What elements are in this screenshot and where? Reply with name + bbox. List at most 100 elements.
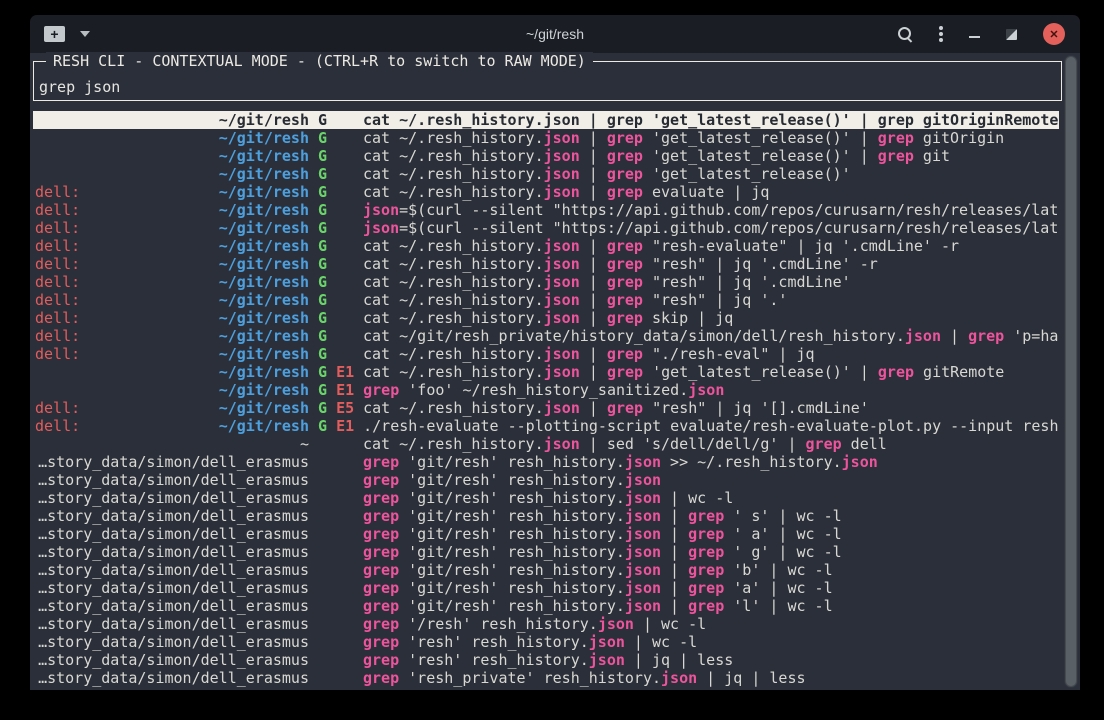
history-row[interactable]: …story_data/simon/dell_erasmusgrep 'git/… — [33, 471, 1059, 489]
history-row[interactable]: dell:~/git/reshGjson=$(curl --silent "ht… — [33, 219, 1059, 237]
row-command: grep 'resh' resh_history.json | jq | les… — [354, 651, 1059, 669]
row-flags: G — [309, 273, 354, 291]
row-flags: G E1 — [309, 363, 354, 381]
row-command: cat ~/.resh_history.json | grep evaluate… — [354, 183, 1059, 201]
resh-mode-title: RESH CLI - CONTEXTUAL MODE - (CTRL+R to … — [46, 52, 593, 70]
exit-status-flag: E1 — [336, 417, 354, 435]
history-row[interactable]: ~/git/reshG E1grep 'foo' ~/resh_history_… — [33, 381, 1059, 399]
history-row[interactable]: …story_data/simon/dell_erasmusgrep 'git/… — [33, 597, 1059, 615]
git-flag: G — [318, 399, 327, 417]
row-command: grep 'git/resh' resh_history.json — [354, 471, 1059, 489]
history-row[interactable]: dell:~/git/reshGcat ~/.resh_history.json… — [33, 183, 1059, 201]
row-pwd: ~/git/resh — [219, 291, 309, 309]
scrollbar-thumb[interactable] — [1065, 56, 1077, 687]
row-flags: G — [309, 291, 354, 309]
row-flags — [309, 579, 354, 597]
row-command: cat ~/.resh_history.json | grep 'get_lat… — [354, 363, 1059, 381]
git-flag: G — [318, 111, 327, 129]
row-command: cat ~/.resh_history.json | grep 'get_lat… — [354, 165, 1059, 183]
history-row[interactable]: …story_data/simon/dell_erasmusgrep 'git/… — [33, 489, 1059, 507]
history-row[interactable]: …story_data/simon/dell_erasmusgrep 'resh… — [33, 669, 1059, 687]
history-row[interactable]: …story_data/simon/dell_erasmusgrep 'resh… — [33, 633, 1059, 651]
history-row[interactable]: …story_data/simon/dell_erasmusgrep 'git/… — [33, 543, 1059, 561]
new-tab-button[interactable]: + — [44, 26, 65, 42]
row-pwd: ~/git/resh — [219, 237, 309, 255]
row-flags — [309, 561, 354, 579]
resh-header-box: RESH CLI - CONTEXTUAL MODE - (CTRL+R to … — [33, 61, 1062, 101]
git-flag: G — [318, 417, 327, 435]
history-row[interactable]: dell:~/git/reshGcat ~/git/resh_private/h… — [33, 327, 1059, 345]
row-host: dell: — [35, 273, 80, 291]
row-flags — [309, 507, 354, 525]
row-pwd: ~/git/resh — [219, 147, 309, 165]
history-row[interactable]: …story_data/simon/dell_erasmusgrep '/res… — [33, 615, 1059, 633]
history-row[interactable]: ~/git/resh Gcat ~/.resh_history.json | gr… — [33, 147, 1059, 165]
row-pwd: …story_data/simon/dell_erasmus — [38, 489, 309, 507]
row-command: grep 'git/resh' resh_history.json | grep… — [354, 543, 1059, 561]
history-row[interactable]: ~/git/reshGcat ~/.resh_history.json | gr… — [33, 129, 1059, 147]
row-flags: G — [309, 345, 354, 363]
history-row[interactable]: dell:~/git/reshGcat ~/.resh_history.json… — [33, 291, 1059, 309]
history-row[interactable]: dell:~/git/reshG E1./resh-evaluate --plo… — [33, 417, 1059, 435]
new-tab-icon: + — [50, 27, 58, 41]
git-flag: G — [318, 147, 327, 165]
close-button[interactable]: ✕ — [1043, 23, 1065, 45]
row-flags: G E1 — [309, 381, 354, 399]
row-command: cat ~/.resh_history.json | grep "resh" |… — [354, 255, 1059, 273]
row-command: cat ~/.resh_history.json | grep 'get_lat… — [354, 147, 1059, 165]
history-row[interactable]: ~cat ~/.resh_history.json | sed 's/dell/… — [33, 435, 1059, 453]
close-icon: ✕ — [1049, 28, 1058, 41]
row-command: cat ~/.resh_history.json | sed 's/dell/d… — [354, 435, 1059, 453]
dropdown-caret-icon[interactable] — [80, 31, 90, 37]
row-pwd: …story_data/simon/dell_erasmus — [38, 525, 309, 543]
history-list: ~/git/reshGcat ~/.resh_history.json | gr… — [33, 111, 1059, 687]
history-row[interactable]: …story_data/simon/dell_erasmusgrep 'git/… — [33, 507, 1059, 525]
git-flag: G — [318, 237, 327, 255]
row-pwd: ~/git/resh — [219, 201, 309, 219]
history-row[interactable]: dell:~/git/reshGcat ~/.resh_history.json… — [33, 273, 1059, 291]
row-flags: G — [309, 309, 354, 327]
row-command: grep 'git/resh' resh_history.json >> ~/.… — [354, 453, 1059, 471]
minimize-icon[interactable] — [969, 36, 980, 38]
search-icon[interactable] — [898, 27, 913, 42]
history-row[interactable]: ~/git/reshGcat ~/.resh_history.json | gr… — [33, 165, 1059, 183]
history-row[interactable]: dell:~/git/reshG E5cat ~/.resh_history.j… — [33, 399, 1059, 417]
history-row[interactable]: ~/git/reshGcat ~/.resh_history.json | gr… — [33, 111, 1059, 129]
terminal-window: + ~/git/resh ✕ RESH CLI - CONTEXTUAL MOD… — [30, 15, 1080, 690]
screen: + ~/git/resh ✕ RESH CLI - CONTEXTUAL MOD… — [0, 0, 1104, 720]
row-command: grep 'foo' ~/resh_history_sanitized.json — [354, 381, 1059, 399]
history-row[interactable]: …story_data/simon/dell_erasmusgrep 'git/… — [33, 525, 1059, 543]
history-row[interactable]: dell: ~/git/reshGcat ~/.resh_history.json… — [33, 345, 1059, 363]
row-flags: G — [309, 201, 354, 219]
row-command: grep '/resh' resh_history.json | wc -l — [354, 615, 1059, 633]
history-row[interactable]: dell:~/git/reshGcat ~/.resh_history.json… — [33, 255, 1059, 273]
restore-icon[interactable] — [1006, 29, 1017, 40]
history-row[interactable]: dell:~/git/reshGcat ~/.resh_history.json… — [33, 309, 1059, 327]
history-row[interactable]: dell:~/git/reshGjson=$(curl --silent "ht… — [33, 201, 1059, 219]
row-pwd: ~/git/resh — [219, 363, 309, 381]
history-row[interactable]: …story_data/simon/dell_erasmus grep 'resh… — [33, 651, 1059, 669]
row-pwd: ~/git/resh — [219, 345, 309, 363]
row-command: grep 'git/resh' resh_history.json | grep… — [354, 507, 1059, 525]
titlebar-left: + — [30, 26, 90, 42]
row-pwd: …story_data/simon/dell_erasmus — [38, 651, 309, 669]
row-host: dell: — [35, 399, 80, 417]
history-row[interactable]: ~/git/reshG E1cat ~/.resh_history.json |… — [33, 363, 1059, 381]
row-host: dell: — [35, 345, 80, 363]
history-row[interactable]: …story_data/simon/dell_erasmusgrep 'git/… — [33, 561, 1059, 579]
history-row[interactable]: …story_data/simon/dell_erasmusgrep 'git/… — [33, 579, 1059, 597]
titlebar-right: ✕ — [898, 15, 1080, 53]
git-flag: G — [318, 309, 327, 327]
row-pwd: ~/git/resh — [219, 183, 309, 201]
row-command: grep 'resh_private' resh_history.json | … — [354, 669, 1059, 687]
row-command: cat ~/.resh_history.json | grep "./resh-… — [354, 345, 1059, 363]
git-flag: G — [318, 381, 327, 399]
history-row[interactable]: …story_data/simon/dell_erasmusgrep 'git/… — [33, 453, 1059, 471]
search-query-input[interactable]: grep json — [39, 78, 120, 96]
terminal-content: RESH CLI - CONTEXTUAL MODE - (CTRL+R to … — [30, 53, 1080, 690]
kebab-menu-icon[interactable] — [939, 26, 943, 42]
row-pwd: …story_data/simon/dell_erasmus — [38, 597, 309, 615]
history-row[interactable]: dell:~/git/reshGcat ~/.resh_history.json… — [33, 237, 1059, 255]
row-flags: G — [309, 129, 354, 147]
row-flags — [309, 651, 354, 669]
